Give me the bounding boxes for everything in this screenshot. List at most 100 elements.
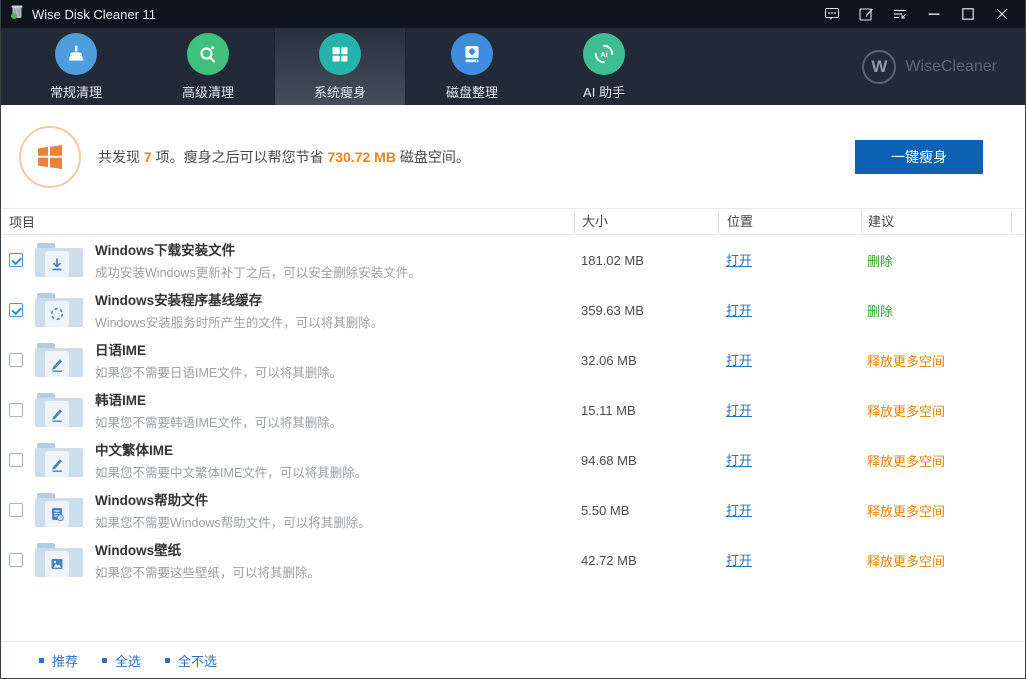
folder-pen-icon [35,443,83,477]
row-suggestion[interactable]: 释放更多空间 [867,554,945,569]
header-item: 项目 [1,212,574,231]
open-link[interactable]: 打开 [726,253,752,268]
row-checkbox[interactable] [9,253,23,267]
row-title: 日语IME [95,339,342,359]
bullet-icon [165,658,170,663]
row-checkbox[interactable] [9,503,23,517]
link-label: 全选 [115,651,141,670]
tab-disk-defrag[interactable]: 磁盘整理 [406,28,538,105]
select-recommended-link[interactable]: 推荐 [39,651,78,670]
table-row: 韩语IME 如果您不需要韩语IME文件，可以将其删除。 15.11 MB 打开 … [1,385,1025,435]
wisecleaner-logo-text: WiseCleaner [905,58,997,76]
row-suggestion[interactable]: 删除 [867,254,893,269]
row-title: 韩语IME [95,389,342,409]
row-description: 如果您不需要这些壁纸，可以将其删除。 [95,562,320,581]
main-content: 共发现 7 项。瘦身之后可以帮您节省 730.72 MB 磁盘空间。 一键瘦身 … [1,105,1025,679]
tab-label: 磁盘整理 [446,82,498,101]
link-label: 全不选 [178,651,217,670]
row-checkbox[interactable] [9,553,23,567]
open-link[interactable]: 打开 [726,353,752,368]
row-description: 如果您不需要韩语IME文件，可以将其删除。 [95,412,342,431]
row-description: 如果您不需要Windows帮助文件，可以将其删除。 [95,512,371,531]
table-row: Windows下载安装文件 成功安装Windows更新补丁之后，可以安全删除安装… [1,235,1025,285]
open-link[interactable]: 打开 [726,403,752,418]
tab-common-clean[interactable]: 常规清理 [10,28,142,105]
nav-bar: 常规清理 高级清理 系统瘦身 [1,28,1025,105]
row-description: 如果您不需要日语IME文件，可以将其删除。 [95,362,342,381]
header-size: 大小 [574,211,718,233]
row-suggestion[interactable]: 释放更多空间 [867,504,945,519]
footer-bar: 推荐 全选 全不选 [1,641,1025,679]
header-separator [1011,211,1012,233]
select-all-link[interactable]: 全选 [102,651,141,670]
table-row: Windows壁纸 如果您不需要这些壁纸，可以将其删除。 42.72 MB 打开… [1,535,1025,585]
row-description: 成功安装Windows更新补丁之后，可以安全删除安装文件。 [95,262,421,281]
folder-picture-icon [35,543,83,577]
bullet-icon [102,658,107,663]
close-button[interactable] [985,0,1019,28]
row-suggestion[interactable]: 释放更多空间 [867,454,945,469]
row-title: Windows壁纸 [95,539,320,559]
tab-advanced-clean[interactable]: 高级清理 [142,28,274,105]
row-title: Windows下载安装文件 [95,239,421,259]
disk-icon [451,33,493,75]
folder-sync-icon [35,293,83,327]
summary-suffix: 磁盘空间。 [396,149,470,165]
table-row: 日语IME 如果您不需要日语IME文件，可以将其删除。 32.06 MB 打开 … [1,335,1025,385]
table-row: 中文繁体IME 如果您不需要中文繁体IME文件，可以将其删除。 94.68 MB… [1,435,1025,485]
tab-system-slim[interactable]: 系统瘦身 [274,28,406,105]
edit-note-icon[interactable] [849,0,883,28]
titlebar: Wise Disk Cleaner 11 [1,0,1025,28]
summary-text: 共发现 7 项。瘦身之后可以帮您节省 730.72 MB 磁盘空间。 [98,147,855,167]
app-icon [9,4,25,25]
row-suggestion[interactable]: 删除 [867,304,893,319]
row-title: Windows安装程序基线缓存 [95,289,383,309]
list-menu-icon[interactable] [883,0,917,28]
summary-prefix: 共发现 [98,149,144,165]
row-size: 32.06 MB [574,353,718,368]
link-label: 推荐 [52,651,78,670]
open-link[interactable]: 打开 [726,303,752,318]
svg-text:Ai: Ai [600,50,608,59]
header-location: 位置 [718,211,861,233]
item-list: Windows下载安装文件 成功安装Windows更新补丁之后，可以安全删除安装… [1,235,1025,585]
row-checkbox[interactable] [9,353,23,367]
table-row: Windows安装程序基线缓存 Windows安装服务时所产生的文件，可以将其删… [1,285,1025,335]
summary-size: 730.72 MB [327,149,395,165]
row-size: 5.50 MB [574,503,718,518]
app-window: Wise Disk Cleaner 11 [0,0,1026,679]
folder-pen-icon [35,393,83,427]
row-checkbox[interactable] [9,403,23,417]
row-size: 42.72 MB [574,553,718,568]
open-link[interactable]: 打开 [726,453,752,468]
row-title: Windows帮助文件 [95,489,371,509]
broom-icon [55,33,97,75]
row-checkbox[interactable] [9,453,23,467]
open-link[interactable]: 打开 [726,503,752,518]
row-checkbox[interactable] [9,303,23,317]
table-header: 项目 大小 位置 建议 [1,208,1025,235]
header-suggestion: 建议 [861,211,1025,233]
chat-bubble-icon[interactable] [815,0,849,28]
select-none-link[interactable]: 全不选 [165,651,217,670]
tab-ai-assistant[interactable]: Ai AI 助手 [538,28,670,105]
summary-bar: 共发现 7 项。瘦身之后可以帮您节省 730.72 MB 磁盘空间。 一键瘦身 [1,105,1025,208]
folder-help-icon: ? [35,493,83,527]
folder-pen-icon [35,343,83,377]
open-link[interactable]: 打开 [726,553,752,568]
minimize-button[interactable] [917,0,951,28]
row-description: 如果您不需要中文繁体IME文件，可以将其删除。 [95,462,367,481]
tab-label: 常规清理 [50,82,102,101]
svg-text:?: ? [59,516,62,521]
row-suggestion[interactable]: 释放更多空间 [867,404,945,419]
maximize-button[interactable] [951,0,985,28]
bullet-icon [39,658,44,663]
folder-download-icon [35,243,83,277]
table-row: ? Windows帮助文件 如果您不需要Windows帮助文件，可以将其删除。 … [1,485,1025,535]
ai-icon: Ai [583,33,625,75]
wisecleaner-logo: W WiseCleaner [862,28,997,105]
windows-icon [319,33,361,75]
row-size: 15.11 MB [574,403,718,418]
one-click-slim-button[interactable]: 一键瘦身 [855,140,983,174]
row-suggestion[interactable]: 释放更多空间 [867,354,945,369]
